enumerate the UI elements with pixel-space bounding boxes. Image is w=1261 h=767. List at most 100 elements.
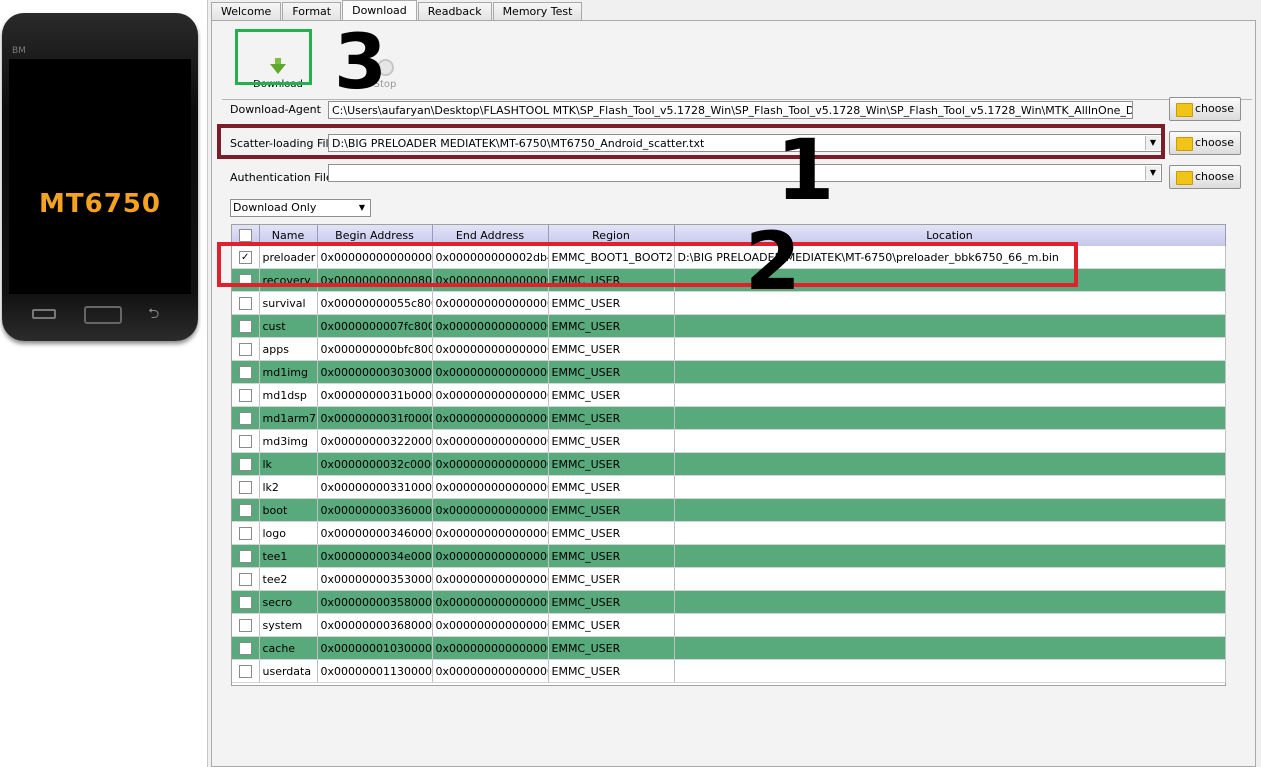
unchecked-checkbox-icon[interactable] — [238, 319, 252, 333]
begin-address: 0x0000000103000000 — [317, 636, 433, 660]
table-row[interactable]: boot0x00000000336000000x0000000000000000… — [232, 498, 1226, 522]
unchecked-checkbox-icon[interactable] — [238, 480, 252, 494]
table-row[interactable]: lk0x0000000032c000000x0000000000000000EM… — [232, 452, 1226, 476]
table-row[interactable]: md1arm7 0x0000000031f00000 0x0000000000000… — [232, 406, 1226, 430]
phone-image: BM MT6750 ⮌ — [2, 13, 198, 341]
location[interactable] — [674, 383, 1226, 407]
table-row[interactable]: lk20x00000000331000000x0000000000000000E… — [232, 475, 1226, 499]
row-checkbox[interactable] — [232, 429, 260, 453]
end-address: 0x0000000000000000 — [432, 337, 549, 361]
step-number-1: 1 — [776, 121, 835, 219]
table-row[interactable]: logo0x00000000346000000x0000000000000000… — [232, 521, 1226, 545]
table-row[interactable]: system0x00000000368000000x00000000000000… — [232, 613, 1226, 637]
tab-readback[interactable]: Readback — [417, 2, 492, 21]
download-agent-field[interactable]: C:\Users\aufaryan\Desktop\FLASHTOOL MTK\… — [328, 101, 1133, 119]
chevron-down-icon[interactable]: ▼ — [1145, 166, 1160, 180]
partition-name: secro — [259, 590, 318, 614]
table-row[interactable]: userdata0x00000001130000000x000000000000… — [232, 659, 1226, 683]
partition-name: cache — [259, 636, 318, 660]
auth-file-label: Authentication File — [230, 171, 333, 184]
location[interactable] — [674, 590, 1226, 614]
unchecked-checkbox-icon[interactable] — [238, 503, 252, 517]
row-checkbox[interactable] — [232, 475, 260, 499]
row-checkbox[interactable] — [232, 498, 260, 522]
unchecked-checkbox-icon[interactable] — [238, 572, 252, 586]
unchecked-checkbox-icon[interactable] — [238, 664, 252, 678]
unchecked-checkbox-icon[interactable] — [238, 641, 252, 655]
tab-memory-test[interactable]: Memory Test — [492, 2, 583, 21]
begin-address: 0x0000000033100000 — [317, 475, 433, 499]
row-checkbox[interactable] — [232, 452, 260, 476]
row-checkbox[interactable] — [232, 659, 260, 683]
row-checkbox[interactable] — [232, 613, 260, 637]
location[interactable] — [674, 613, 1226, 637]
menu-key-icon — [32, 309, 56, 319]
unchecked-checkbox-icon[interactable] — [238, 595, 252, 609]
location[interactable] — [674, 475, 1226, 499]
end-address: 0x0000000000000000 — [432, 291, 549, 315]
choose-scatter-button[interactable]: choose — [1169, 131, 1241, 155]
location[interactable] — [674, 429, 1226, 453]
begin-address: 0x0000000030300000 — [317, 360, 433, 384]
begin-address: 0x0000000031f00000 — [317, 406, 433, 430]
phone-model-label: MT6750 — [39, 189, 161, 219]
location[interactable] — [674, 406, 1226, 430]
unchecked-checkbox-icon[interactable] — [238, 342, 252, 356]
table-row[interactable]: md1img0x00000000303000000x00000000000000… — [232, 360, 1226, 384]
location[interactable] — [674, 567, 1226, 591]
tab-format[interactable]: Format — [282, 2, 342, 21]
unchecked-checkbox-icon[interactable] — [238, 411, 252, 425]
download-mode-value: Download Only — [233, 201, 317, 214]
location[interactable] — [674, 636, 1226, 660]
table-row[interactable]: md3img0x00000000322000000x00000000000000… — [232, 429, 1226, 453]
unchecked-checkbox-icon[interactable] — [238, 388, 252, 402]
table-row[interactable]: cache0x00000001030000000x000000000000000… — [232, 636, 1226, 660]
unchecked-checkbox-icon[interactable] — [238, 365, 252, 379]
unchecked-checkbox-icon[interactable] — [238, 457, 252, 471]
row-checkbox[interactable] — [232, 636, 260, 660]
unchecked-checkbox-icon[interactable] — [238, 526, 252, 540]
row-checkbox[interactable] — [232, 544, 260, 568]
phone-screen: MT6750 — [9, 59, 191, 294]
location[interactable] — [674, 337, 1226, 361]
row-checkbox[interactable] — [232, 567, 260, 591]
table-row[interactable]: cust0x0000000007fc80000x0000000000000000… — [232, 314, 1226, 338]
unchecked-checkbox-icon[interactable] — [238, 296, 252, 310]
choose-auth-button[interactable]: choose — [1169, 165, 1241, 189]
row-checkbox[interactable] — [232, 383, 260, 407]
table-row[interactable]: md1dsp0x0000000031b000000x00000000000000… — [232, 383, 1226, 407]
row-checkbox[interactable] — [232, 521, 260, 545]
phone-brand: BM — [12, 46, 26, 56]
begin-address: 0x0000000035800000 — [317, 590, 433, 614]
location[interactable] — [674, 521, 1226, 545]
auth-file-combo[interactable]: ▼ — [328, 164, 1162, 182]
folder-icon — [1176, 137, 1193, 151]
region: EMMC_USER — [548, 636, 675, 660]
unchecked-checkbox-icon[interactable] — [238, 549, 252, 563]
choose-download-agent-button[interactable]: choose — [1169, 97, 1241, 121]
region: EMMC_USER — [548, 452, 675, 476]
row-checkbox[interactable] — [232, 406, 260, 430]
row-checkbox[interactable] — [232, 291, 260, 315]
unchecked-checkbox-icon[interactable] — [238, 434, 252, 448]
location[interactable] — [674, 314, 1226, 338]
table-row[interactable]: secro0x00000000358000000x000000000000000… — [232, 590, 1226, 614]
row-checkbox[interactable] — [232, 314, 260, 338]
location[interactable] — [674, 452, 1226, 476]
tab-welcome[interactable]: Welcome — [211, 2, 282, 21]
table-row[interactable]: tee20x00000000353000000x0000000000000000… — [232, 567, 1226, 591]
row-checkbox[interactable] — [232, 590, 260, 614]
table-row[interactable]: tee10x0000000034e000000x0000000000000000… — [232, 544, 1226, 568]
row-checkbox[interactable] — [232, 337, 260, 361]
chevron-down-icon[interactable]: ▼ — [355, 201, 369, 215]
location[interactable] — [674, 360, 1226, 384]
region: EMMC_USER — [548, 475, 675, 499]
unchecked-checkbox-icon[interactable] — [238, 618, 252, 632]
row-checkbox[interactable] — [232, 360, 260, 384]
location[interactable] — [674, 659, 1226, 683]
location[interactable] — [674, 544, 1226, 568]
table-row[interactable]: apps0x000000000bfc80000x0000000000000000… — [232, 337, 1226, 361]
download-mode-select[interactable]: Download Only ▼ — [230, 199, 371, 217]
table-row[interactable]: survival0x00000000055c80000x000000000000… — [232, 291, 1226, 315]
location[interactable] — [674, 498, 1226, 522]
